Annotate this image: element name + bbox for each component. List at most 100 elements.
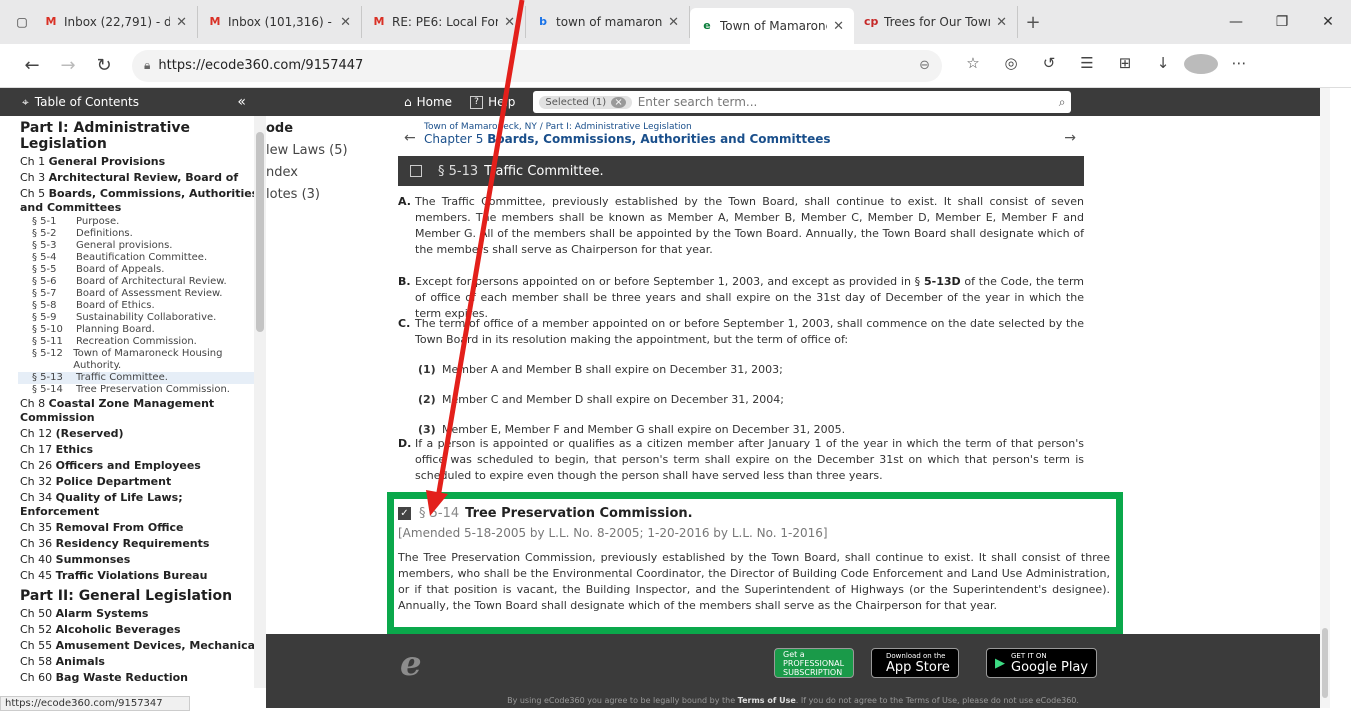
next-section-icon[interactable]: → — [1064, 130, 1076, 146]
toc-section-item[interactable]: § 5-3 General provisions. — [18, 240, 261, 252]
refresh-icon[interactable]: ↻ — [86, 55, 122, 76]
new-tab-button[interactable]: + — [1018, 12, 1048, 33]
page-scrollbar[interactable] — [1320, 88, 1330, 708]
toc-section-title: Town of Mamaroneck Housing Authority. — [73, 348, 223, 371]
favorites-list-icon[interactable]: ☰ — [1070, 54, 1104, 78]
toc-section-item[interactable]: § 5-13 Traffic Committee. — [18, 372, 261, 384]
browser-tab[interactable]: M RE: PE6: Local Forest ✕ — [362, 6, 526, 38]
profile-avatar[interactable] — [1184, 53, 1218, 78]
toc-section-number: § 5-7 — [32, 288, 57, 299]
toc-chapter[interactable]: Ch 34 Quality of Life Laws; Enforcement — [18, 490, 261, 520]
search-input[interactable]: Selected (1) × Enter search term... ⌕ — [533, 91, 1072, 113]
toc-section-item[interactable]: § 5-5 Board of Appeals. — [18, 264, 261, 276]
help-button[interactable]: ? Help — [470, 95, 515, 109]
collapse-toc-icon[interactable]: « — [237, 94, 246, 110]
app-toolbar: ⌖ Table of Contents « ⌂ Home ? Help Sele… — [0, 88, 1320, 116]
close-tab-icon[interactable]: ✕ — [340, 15, 351, 30]
toc-section-number: § 5-5 — [32, 264, 57, 275]
toc-part-2[interactable]: Part II: General Legislation — [20, 588, 261, 604]
toc-section-title: Board of Architectural Review. — [76, 276, 227, 287]
toc-chapter[interactable]: Ch 32 Police Department — [18, 474, 261, 490]
clear-selection-icon[interactable]: × — [611, 96, 626, 108]
back-icon[interactable]: ← — [14, 55, 50, 76]
url-field[interactable]: 🔒︎ https://ecode360.com/9157447 ⊖ — [132, 49, 942, 82]
toc-chapter[interactable]: Ch 58 Animals — [18, 654, 261, 670]
new-laws-link[interactable]: lew Laws (5) — [266, 140, 348, 162]
toc-section-number: § 5-6 — [32, 276, 57, 287]
browser-tab[interactable]: M Inbox (22,791) - dfdau ✕ — [34, 6, 198, 38]
collections-icon[interactable]: ⊞ — [1108, 54, 1142, 78]
toc-chapter[interactable]: Ch 35 Removal From Office — [18, 520, 261, 536]
toc-section-item[interactable]: § 5-9 Sustainability Collaborative. — [18, 312, 261, 324]
gmail-icon: M — [45, 15, 57, 28]
toc-chapter[interactable]: Ch 36 Residency Requirements — [18, 536, 261, 552]
app-store-button[interactable]: Download on the App Store — [871, 648, 959, 678]
minimize-icon[interactable]: — — [1213, 14, 1259, 30]
toc-chapter[interactable]: Ch 52 Alcoholic Beverages — [18, 622, 261, 638]
toc-chapter[interactable]: Ch 1 General Provisions — [18, 154, 261, 170]
toc-section-title: Recreation Commission. — [76, 336, 197, 347]
forward-icon[interactable]: → — [50, 55, 86, 76]
tab-actions-icon[interactable]: ▢ — [10, 10, 34, 34]
browser-tab[interactable]: b town of mamaroneck ✕ — [526, 6, 690, 38]
close-tab-icon[interactable]: ✕ — [668, 15, 679, 30]
toc-chapter[interactable]: Ch 17 Ethics — [18, 442, 261, 458]
breadcrumb-path[interactable]: Town of Mamaroneck, NY / Part I: Adminis… — [424, 122, 1084, 132]
refresh-extension-icon[interactable]: ↺ — [1032, 54, 1066, 78]
home-button[interactable]: ⌂ Home — [404, 95, 452, 109]
toc-part-1[interactable]: Part I: Administrative Legislation — [20, 120, 261, 152]
code-reference-link[interactable]: 5-13D — [924, 275, 961, 288]
professional-subscription-button[interactable]: Get a PROFESSIONAL SUBSCRIPTION — [774, 648, 854, 678]
zoom-icon[interactable]: ⊖ — [919, 58, 930, 73]
toc-chapter[interactable]: Ch 60 Bag Waste Reduction — [18, 670, 261, 686]
toc-section-item[interactable]: § 5-10 Planning Board. — [18, 324, 261, 336]
terms-of-use-link[interactable]: Terms of Use — [738, 696, 796, 705]
toc-section-item[interactable]: § 5-12 Town of Mamaroneck Housing Authori… — [18, 348, 261, 372]
browser-tab[interactable]: cp Trees for Our Town | M ✕ — [854, 6, 1018, 38]
code-link[interactable]: ode — [266, 118, 348, 140]
selected-chip[interactable]: Selected (1) × — [539, 95, 632, 109]
close-tab-icon[interactable]: ✕ — [996, 15, 1007, 30]
favorite-icon[interactable]: ☆ — [956, 54, 990, 78]
toc-chapter[interactable]: Ch 12 (Reserved) — [18, 426, 261, 442]
browser-tab[interactable]: M Inbox (101,316) - dfd2 ✕ — [198, 6, 362, 38]
toc-section-item[interactable]: § 5-11 Recreation Commission. — [18, 336, 261, 348]
close-tab-icon[interactable]: ✕ — [833, 19, 844, 34]
toc-section-item[interactable]: § 5-2 Definitions. — [18, 228, 261, 240]
download-icon[interactable]: ↓ — [1146, 54, 1180, 78]
toc-section-item[interactable]: § 5-1 Purpose. — [18, 216, 261, 228]
browser-tab[interactable]: e Town of Mamaroneck ✕ — [690, 8, 854, 44]
section-checkbox[interactable] — [410, 165, 422, 177]
toc-chapter[interactable]: Ch 40 Summonses — [18, 552, 261, 568]
toc-chapter[interactable]: Ch 45 Traffic Violations Bureau — [18, 568, 261, 584]
close-tab-icon[interactable]: ✕ — [504, 15, 515, 30]
google-play-button[interactable]: ▶ GET IT ON Google Play — [986, 648, 1098, 678]
close-tab-icon[interactable]: ✕ — [176, 15, 187, 30]
toc-chapter[interactable]: Ch 26 Officers and Employees — [18, 458, 261, 474]
toc-section-item[interactable]: § 5-14 Tree Preservation Commission. — [18, 384, 261, 396]
breadcrumb-chapter[interactable]: Chapter 5 Boards, Commissions, Authoriti… — [424, 132, 1084, 146]
prev-section-icon[interactable]: ← — [404, 130, 416, 146]
toc-section-item[interactable]: § 5-8 Board of Ethics. — [18, 300, 261, 312]
pin-icon[interactable]: ⌖ — [22, 95, 29, 110]
footer: e Get a PROFESSIONAL SUBSCRIPTION Downloa… — [266, 634, 1320, 708]
index-link[interactable]: ndex — [266, 162, 348, 184]
toc-section-item[interactable]: § 5-4 Beautification Committee. — [18, 252, 261, 264]
toc-chapter[interactable]: Ch 5 Boards, Commissions, Authorities an… — [18, 186, 261, 216]
toc-section-item[interactable]: § 5-7 Board of Assessment Review. — [18, 288, 261, 300]
toc-scrollbar[interactable] — [254, 116, 266, 688]
close-window-icon[interactable]: ✕ — [1305, 14, 1351, 30]
toc-section-item[interactable]: § 5-6 Board of Architectural Review. — [18, 276, 261, 288]
notes-link[interactable]: lotes (3) — [266, 184, 348, 206]
restore-icon[interactable]: ❐ — [1259, 14, 1305, 30]
toc-chapter[interactable]: Ch 3 Architectural Review, Board of — [18, 170, 261, 186]
toc-chapter[interactable]: Ch 50 Alarm Systems — [18, 606, 261, 622]
bing-icon: b — [539, 15, 547, 28]
home-icon: ⌂ — [404, 95, 412, 109]
toc-chapter[interactable]: Ch 55 Amusement Devices, Mechanical — [18, 638, 261, 654]
more-icon[interactable]: ⋯ — [1222, 54, 1256, 78]
extension-icon[interactable]: ◎ — [994, 54, 1028, 78]
lock-icon: 🔒︎ — [144, 58, 151, 72]
search-icon[interactable]: ⌕ — [1059, 95, 1066, 110]
toc-chapter[interactable]: Ch 8 Coastal Zone Management Commission — [18, 396, 261, 426]
